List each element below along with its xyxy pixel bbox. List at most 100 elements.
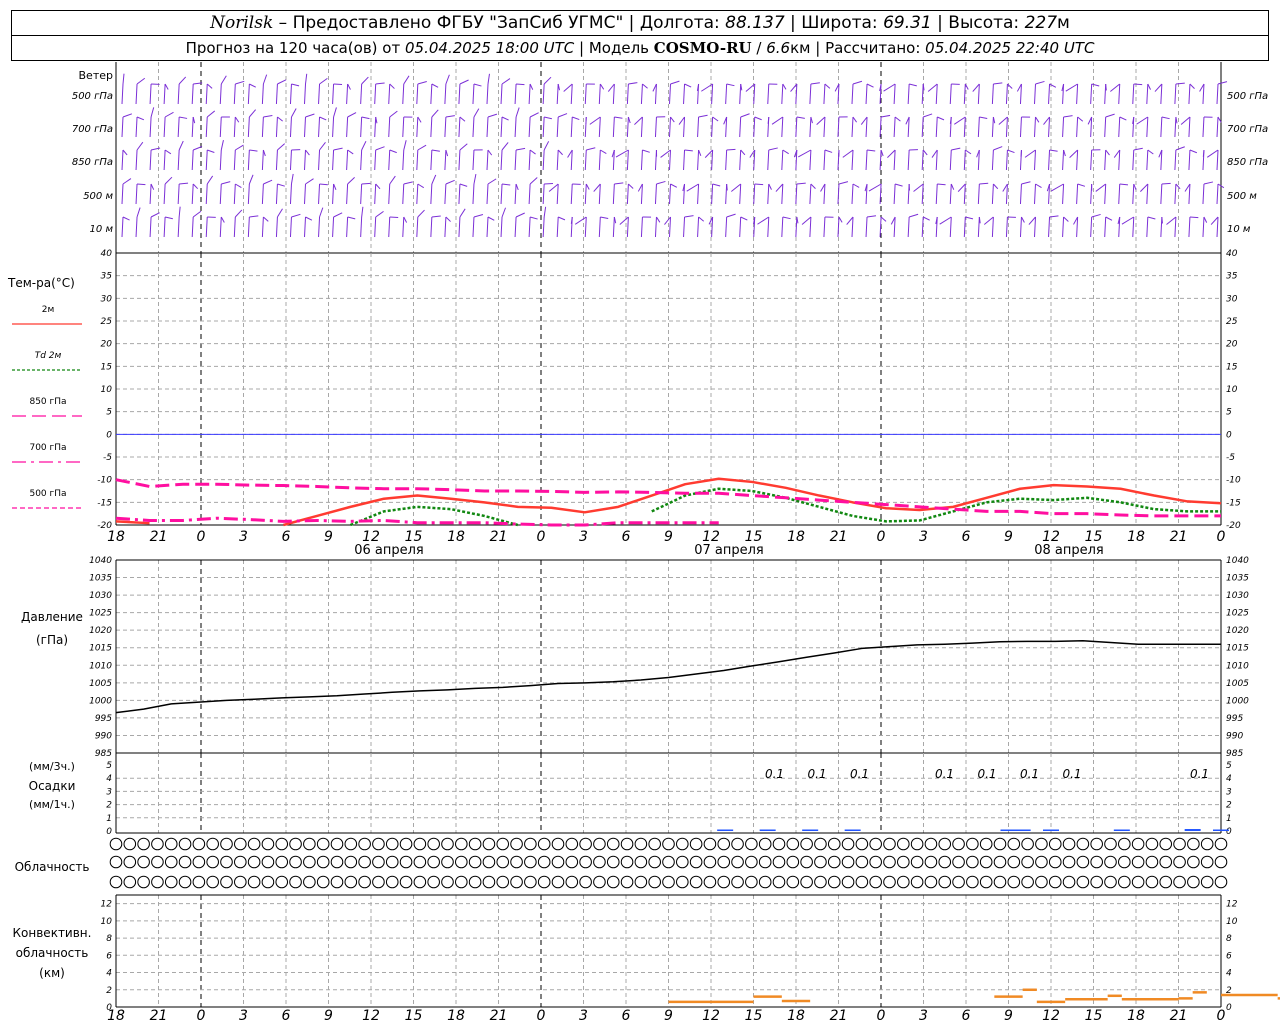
temp-ytick-left: 35 bbox=[101, 272, 113, 282]
cloud-symbol bbox=[579, 837, 592, 851]
wind-barb-staff bbox=[430, 149, 433, 171]
wind-barb-flag bbox=[866, 215, 877, 218]
wind-barb-flag bbox=[291, 108, 297, 118]
cloud-symbol bbox=[800, 855, 813, 869]
wind-barb-staff bbox=[416, 183, 419, 205]
wind-barb-flag bbox=[361, 206, 364, 218]
wind-barb-staff bbox=[332, 83, 335, 105]
conv-axis-hour-label: 0 bbox=[537, 1008, 546, 1024]
wind-barb-flag bbox=[868, 183, 882, 192]
conv-ytick-left: 2 bbox=[106, 986, 112, 996]
precip-bar bbox=[1000, 829, 1017, 831]
wind-barb-staff bbox=[275, 183, 278, 205]
wind-barb-flag bbox=[403, 216, 408, 223]
temp-title: Тем-ра(°C) bbox=[7, 276, 75, 290]
wind-barb-staff bbox=[767, 149, 770, 171]
wind-barb-staff bbox=[177, 216, 180, 238]
temp-axis-hour-label: 21 bbox=[1170, 529, 1188, 545]
cloud-symbol bbox=[1104, 855, 1117, 869]
wind-barb-flag bbox=[277, 79, 287, 85]
wind-barb-staff bbox=[1174, 116, 1177, 138]
wind-barb-flag bbox=[164, 83, 169, 90]
wind-barb-staff bbox=[472, 116, 475, 138]
wind-barb-staff bbox=[500, 116, 503, 138]
wind-barb-flag bbox=[501, 78, 511, 85]
wind-barb-flag bbox=[319, 116, 327, 121]
wind-barb-flag bbox=[1007, 149, 1015, 154]
cloud-symbol bbox=[662, 875, 675, 889]
wind-barb-staff bbox=[289, 216, 292, 238]
wind-barb-staff bbox=[1146, 116, 1149, 138]
temp-axis-hour-label: 18 bbox=[447, 529, 465, 545]
wind-barb-flag bbox=[754, 183, 764, 186]
wind-barb-flag bbox=[768, 147, 778, 151]
cloud-symbol bbox=[289, 875, 302, 889]
temp-ytick-left: 10 bbox=[101, 385, 113, 395]
temp-ytick-left: 25 bbox=[101, 317, 113, 327]
wind-barb-staff bbox=[935, 83, 938, 105]
wind-barb-flag bbox=[361, 182, 371, 185]
wind-barb-staff bbox=[893, 83, 896, 105]
cloud-symbol bbox=[938, 855, 952, 869]
wind-barb-staff bbox=[1076, 149, 1079, 171]
wind-barb-flag bbox=[572, 116, 580, 121]
cloud-symbol bbox=[137, 875, 150, 889]
wind-barb-flag bbox=[816, 116, 826, 125]
wind-barb-flag bbox=[248, 174, 254, 185]
wind-barb-staff bbox=[739, 216, 742, 238]
wind-barb-staff bbox=[1090, 216, 1093, 238]
temp-axis-hour-label: 21 bbox=[830, 529, 848, 545]
wind-barb-flag bbox=[628, 183, 634, 189]
wind-barb-staff bbox=[823, 116, 826, 138]
wind-barb-staff bbox=[1160, 116, 1163, 138]
wind-barb-flag bbox=[1147, 216, 1156, 220]
wind-barb-staff bbox=[528, 116, 531, 138]
wind-barb-staff bbox=[191, 83, 194, 105]
wind-barb-staff bbox=[219, 116, 222, 138]
cloud-symbol bbox=[551, 837, 565, 851]
wind-barb-flag bbox=[838, 216, 843, 223]
wind-barb-staff bbox=[1104, 216, 1107, 238]
cloud-symbol bbox=[1173, 875, 1186, 889]
wind-barb-staff bbox=[261, 183, 264, 205]
cloud-symbol bbox=[1104, 837, 1117, 851]
cloud-symbol bbox=[385, 855, 399, 869]
cloud-symbol bbox=[344, 875, 358, 889]
cloud-symbol bbox=[482, 855, 496, 869]
pres-ytick-left: 1025 bbox=[89, 609, 112, 619]
wind-barb-flag bbox=[487, 113, 498, 118]
cloud-symbol bbox=[1062, 837, 1076, 851]
cloud-symbol bbox=[234, 855, 247, 869]
precip-3h-label: 0.1 bbox=[935, 767, 954, 781]
wind-barb-staff bbox=[991, 149, 994, 171]
wind-barb-flag bbox=[909, 213, 919, 218]
conv-axis-hour-label: 12 bbox=[362, 1008, 380, 1024]
wind-barb-staff bbox=[809, 149, 812, 171]
wind-barb-flag bbox=[880, 216, 887, 222]
wind-barb-flag bbox=[1035, 116, 1040, 123]
cloud-symbol bbox=[496, 855, 510, 869]
wind-barb-staff bbox=[1005, 83, 1008, 105]
cloud-symbol bbox=[289, 837, 302, 851]
pres-ytick-left: 985 bbox=[95, 749, 112, 759]
cloud-symbol bbox=[966, 837, 979, 851]
cloud-symbol bbox=[593, 855, 606, 869]
wind-barb-staff bbox=[767, 83, 770, 105]
wind-barb-flag bbox=[417, 116, 422, 123]
wind-barb-staff bbox=[149, 83, 152, 105]
cloud-symbol bbox=[109, 875, 123, 889]
wind-barb-staff bbox=[654, 216, 657, 238]
precip-bar bbox=[1213, 829, 1229, 831]
conv-axis-hour-label: 12 bbox=[702, 1008, 720, 1024]
cloud-symbol bbox=[234, 875, 247, 889]
wind-barb-staff bbox=[472, 183, 475, 205]
cloud-symbol bbox=[137, 855, 150, 869]
wind-barb-flag bbox=[684, 215, 694, 218]
wind-barb-flag bbox=[585, 183, 590, 190]
wind-barb-flag bbox=[220, 216, 225, 223]
wind-barb-flag bbox=[305, 113, 315, 118]
wind-barb-flag bbox=[810, 183, 816, 189]
cloud-symbol bbox=[496, 837, 510, 851]
wind-barb-staff bbox=[191, 216, 194, 238]
wind-barb-flag bbox=[136, 116, 145, 121]
